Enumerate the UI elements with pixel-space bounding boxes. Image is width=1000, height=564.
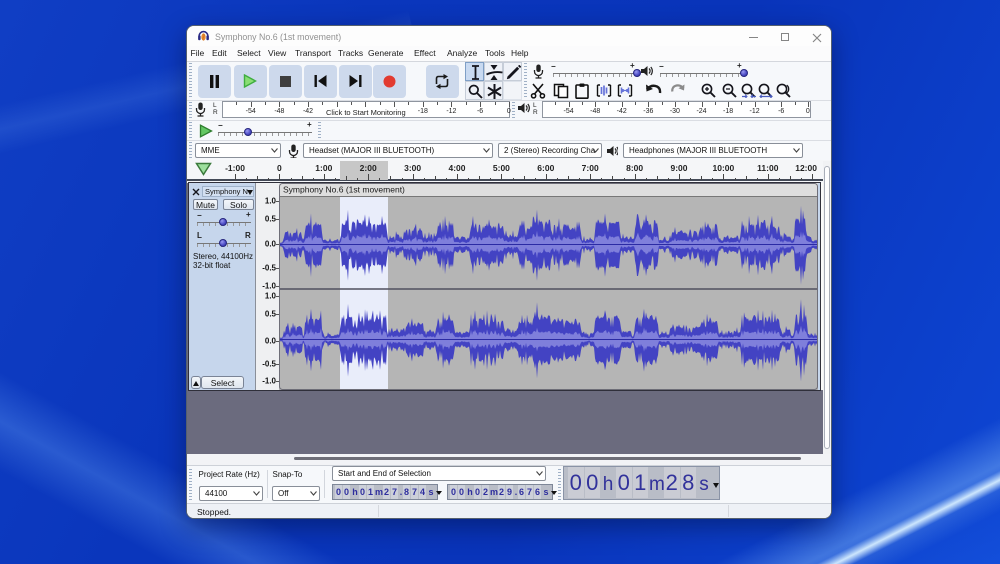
svg-text:Symphony No.6 (1st movement): Symphony No.6 (1st movement) <box>283 185 405 195</box>
